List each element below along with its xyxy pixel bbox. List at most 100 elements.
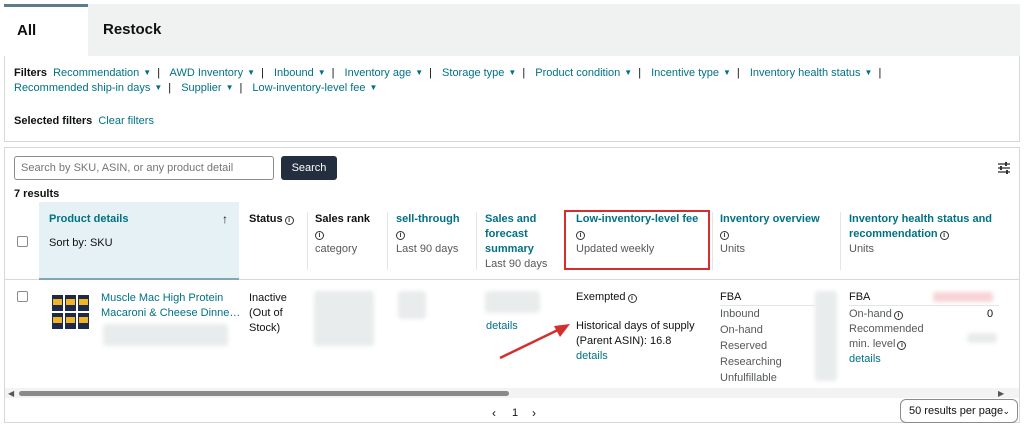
column-settings-icon[interactable] [997,161,1011,175]
col-inventory-health-sub: Units [849,243,875,255]
row-divider [720,305,830,306]
col-sales-forecast-title-1[interactable]: Sales and [485,212,547,227]
col-sell-through-title[interactable]: sell-through [396,212,460,227]
filter-separator: | [239,82,243,94]
highlight-box-annotation [564,210,710,270]
filter-row-2: Recommended ship-in days ▼ | Supplier ▼ | Lo… [14,82,383,94]
prev-page-button[interactable]: ‹ [492,406,496,420]
filter-separator: | [168,82,172,94]
filter-separator: | [522,67,526,79]
selected-filters-label: Selected filters [14,115,93,127]
redacted-health-value [967,333,997,343]
col-sales-forecast-title-2[interactable]: forecast [485,227,547,242]
clear-filters-link[interactable]: Clear filters [98,115,154,127]
historical-days-of-supply: Historical days of supply (Parent ASIN):… [576,319,695,364]
info-icon[interactable]: i [939,231,949,240]
filter-low-inventory-level-fee[interactable]: Low-inventory-level fee [252,82,365,94]
filter-awd-inventory[interactable]: AWD Inventory [170,67,244,79]
col-inventory-health[interactable]: Inventory health status and recommendati… [849,212,992,257]
status-cell: Inactive (Out of Stock) [249,291,287,336]
product-name[interactable]: Muscle Mac High Protein Macaroni & Chees… [101,291,240,321]
redacted-sku-info [103,324,228,346]
info-icon[interactable]: i [284,216,294,225]
select-all-checkbox[interactable] [17,236,28,247]
column-divider [840,212,841,270]
filter-incentive-type[interactable]: Incentive type [651,67,719,79]
health-on-hand-row: On-hand i [849,307,924,322]
filter-separator: | [157,67,161,79]
table-header: Product details Sort by: SKU ↑ Status i S… [5,202,1019,280]
overview-inbound: Inbound [720,308,760,320]
filter-row-1: Filters Recommendation ▼ | AWD Inventory ▼ |… [14,67,888,79]
overview-unfulfillable: Unfulfillable [720,372,777,384]
health-on-hand-value: 0 [987,308,994,320]
product-name-line-1[interactable]: Muscle Mac High Protein [101,291,240,306]
product-thumbnail-image[interactable] [50,293,92,331]
col-sales-forecast-title-3[interactable]: summary [485,242,547,257]
col-product-details[interactable]: Product details Sort by: SKU [49,212,128,251]
health-details-link[interactable]: details [849,352,924,367]
col-inventory-overview-title[interactable]: Inventory overview [720,212,820,227]
col-inventory-overview[interactable]: Inventory overview i Units [720,212,820,257]
status-line-3: Stock) [249,322,281,334]
sort-ascending-icon[interactable]: ↑ [222,212,228,226]
tab-all-skus[interactable]: All SKUs [4,4,88,87]
row-checkbox[interactable] [17,291,28,302]
filter-inbound[interactable]: Inbound [274,67,314,79]
col-inventory-health-title-2[interactable]: recommendation [849,228,938,240]
caret-down-icon: ▼ [415,68,424,77]
results-per-page-select[interactable]: 50 results per page ⌄ [900,399,1018,423]
search-button[interactable]: Search [281,156,337,180]
next-page-button[interactable]: › [532,406,536,420]
row-divider [849,305,999,306]
search-input[interactable] [14,156,274,180]
caret-down-icon: ▼ [864,68,873,77]
col-product-details-sort: Sort by: SKU [49,237,113,249]
filter-inventory-health-status[interactable]: Inventory health status [750,67,861,79]
current-page[interactable]: 1 [512,407,518,419]
column-divider [387,212,388,270]
info-icon[interactable]: i [627,294,637,303]
col-sales-rank-sub: category [315,243,358,255]
filter-separator: | [736,67,740,79]
overview-fba-label: FBA [720,291,742,303]
tab-restock[interactable]: Restock [90,4,170,56]
info-icon[interactable]: i [720,231,729,240]
redacted-health-status [933,292,993,302]
filter-supplier[interactable]: Supplier [181,82,221,94]
filter-recommended-ship-in-days[interactable]: Recommended ship-in days [14,82,150,94]
info-icon[interactable]: i [396,231,405,240]
col-sell-through[interactable]: sell-through i Last 90 days [396,212,460,257]
redacted-sell-through [398,291,426,319]
filters-panel: Filters Recommendation ▼ | AWD Inventory ▼ |… [4,56,1020,142]
scrollbar-thumb[interactable] [19,391,509,396]
info-icon[interactable]: i [897,341,907,350]
overview-researching: Researching [720,356,782,368]
fee-details-link[interactable]: details [576,349,695,364]
col-sales-forecast[interactable]: Sales and forecast summary Last 90 days [485,212,547,272]
caret-down-icon: ▼ [154,83,163,92]
caret-down-icon: ▼ [369,83,378,92]
col-sales-rank-title: Sales rank [315,213,371,225]
health-rec-line-1: Recommended [849,323,924,335]
filter-product-condition[interactable]: Product condition [535,67,620,79]
scroll-right-icon[interactable]: ▶ [998,389,1004,398]
filter-recommendation[interactable]: Recommendation [53,67,139,79]
health-rec-line-2: min. level [849,338,896,350]
filter-separator: | [878,67,882,79]
info-icon[interactable]: i [893,311,903,320]
tab-bar: All SKUs Restock [4,4,1020,87]
health-rec-row: min. level i [849,337,924,352]
historical-line-2: (Parent ASIN): 16.8 [576,335,672,347]
filters-label: Filters [14,67,48,79]
filter-storage-type[interactable]: Storage type [442,67,504,79]
col-product-details-title[interactable]: Product details [49,212,128,227]
info-icon[interactable]: i [315,231,324,240]
filter-inventory-age[interactable]: Inventory age [345,67,412,79]
scroll-left-icon[interactable]: ◀ [8,389,14,398]
col-inventory-health-title-1[interactable]: Inventory health status and [849,212,992,227]
product-name-line-2[interactable]: Macaroni & Cheese Dinne… [101,306,240,321]
status-line-2: (Out of [249,307,283,319]
caret-down-icon: ▼ [143,68,152,77]
col-sell-through-sub: Last 90 days [396,243,459,255]
